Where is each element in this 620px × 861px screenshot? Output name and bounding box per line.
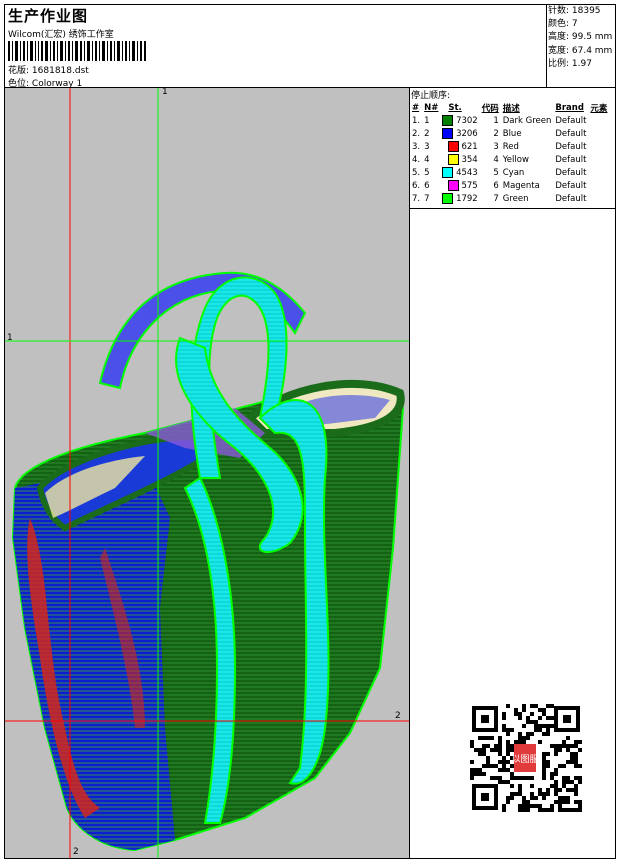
color-swatch bbox=[447, 154, 459, 165]
table-row: 5. 5 4543 5 Cyan Default bbox=[410, 166, 609, 179]
design-file-value: 1681818.dst bbox=[31, 66, 89, 76]
row-desc: Red bbox=[502, 141, 519, 152]
row-index: 4. bbox=[412, 154, 421, 165]
row-brand: Default bbox=[555, 141, 587, 152]
row-code: 2 bbox=[493, 128, 499, 139]
row-desc: Yellow bbox=[502, 154, 529, 165]
table-row: 6. 6 575 6 Magenta Default bbox=[410, 179, 609, 192]
row-stitches: 575 bbox=[440, 179, 479, 192]
table-header-row: # N# St. 代码 描述 Brand 元素 bbox=[410, 101, 609, 114]
table-row: 4. 4 354 4 Yellow Default bbox=[410, 153, 609, 166]
row-code: 3 bbox=[493, 141, 499, 152]
table-row: 7. 7 1792 7 Green Default bbox=[410, 192, 609, 205]
row-element bbox=[588, 153, 609, 166]
design-stats: 针数: 18395 颜色: 7 高度: 99.5 mm 宽度: 67.4 mm … bbox=[548, 5, 614, 71]
row-brand: Default bbox=[555, 115, 587, 126]
page-title: 生产作业图 bbox=[8, 7, 89, 25]
design-file-line: 花版: 1681818.dst bbox=[8, 63, 89, 76]
header: 生产作业图 Wilcom(汇宏) 绣饰工作室 花版: 1681818.dst 色… bbox=[5, 5, 545, 89]
row-desc: Dark Green bbox=[502, 115, 552, 126]
color-swatch bbox=[447, 180, 459, 191]
table-row: 3. 3 621 3 Red Default bbox=[410, 140, 609, 153]
row-brand: Default bbox=[555, 154, 587, 165]
qr-stamp-text: 以图服 bbox=[511, 754, 538, 765]
row-code: 4 bbox=[493, 154, 499, 165]
row-stitches: 3206 bbox=[440, 127, 479, 140]
row-n: 3 bbox=[424, 141, 430, 152]
row-index: 2. bbox=[412, 128, 421, 139]
row-element bbox=[588, 127, 609, 140]
row-desc: Cyan bbox=[502, 167, 525, 178]
col-n: N# bbox=[424, 102, 439, 113]
row-code: 1 bbox=[493, 115, 499, 126]
row-code: 6 bbox=[493, 180, 499, 191]
embroidery-preview bbox=[5, 88, 409, 858]
row-element bbox=[588, 114, 609, 127]
company-name: Wilcom(汇宏) 绣饰工作室 bbox=[8, 30, 114, 40]
design-height: 高度: 99.5 mm bbox=[548, 32, 613, 43]
color-swatch bbox=[442, 115, 454, 126]
col-index: # bbox=[412, 102, 420, 113]
row-index: 5. bbox=[412, 167, 421, 178]
design-canvas: 1 1 2 2 bbox=[5, 88, 409, 858]
table-row: 1. 1 7302 1 Dark Green Default bbox=[410, 114, 609, 127]
row-brand: Default bbox=[555, 180, 587, 191]
qr-code: 以图服 bbox=[470, 704, 582, 812]
row-code: 7 bbox=[493, 193, 499, 204]
row-index: 1. bbox=[412, 115, 421, 126]
col-desc: 描述 bbox=[502, 103, 520, 114]
row-n: 2 bbox=[424, 128, 430, 139]
color-count: 颜色: 7 bbox=[548, 19, 578, 30]
row-index: 6. bbox=[412, 180, 421, 191]
barcode bbox=[8, 41, 146, 61]
col-code: 代码 bbox=[481, 103, 499, 114]
row-brand: Default bbox=[555, 128, 587, 139]
row-n: 7 bbox=[424, 193, 430, 204]
row-desc: Blue bbox=[502, 128, 522, 139]
stop-sequence-title: 停止顺序: bbox=[411, 91, 451, 101]
table-row: 2. 2 3206 2 Blue Default bbox=[410, 127, 609, 140]
row-stitches: 7302 bbox=[440, 114, 479, 127]
row-stitches: 1792 bbox=[440, 192, 479, 205]
guide-v2-label: 2 bbox=[73, 847, 79, 857]
color-swatch bbox=[442, 167, 454, 178]
front-panel bbox=[13, 463, 175, 850]
col-st: St. bbox=[448, 102, 462, 113]
color-swatch bbox=[447, 141, 459, 152]
row-element bbox=[588, 140, 609, 153]
row-element bbox=[588, 166, 609, 179]
row-n: 1 bbox=[424, 115, 430, 126]
color-swatch bbox=[442, 193, 454, 204]
row-brand: Default bbox=[555, 193, 587, 204]
design-width: 宽度: 67.4 mm bbox=[548, 45, 613, 56]
stats-divider bbox=[546, 4, 547, 88]
row-stitches: 4543 bbox=[440, 166, 479, 179]
guide-h1-label: 1 bbox=[7, 333, 13, 343]
row-brand: Default bbox=[555, 167, 587, 178]
row-element bbox=[588, 179, 609, 192]
design-file-label: 花版: bbox=[8, 66, 30, 76]
row-desc: Green bbox=[502, 193, 529, 204]
row-index: 7. bbox=[412, 193, 421, 204]
row-desc: Magenta bbox=[502, 180, 540, 191]
stitch-count: 针数: 18395 bbox=[548, 6, 601, 16]
col-element: 元素 bbox=[590, 103, 608, 114]
row-n: 5 bbox=[424, 167, 430, 178]
row-n: 4 bbox=[424, 154, 430, 165]
row-element bbox=[588, 192, 609, 205]
color-swatch bbox=[442, 128, 454, 139]
guide-v1-label: 1 bbox=[162, 88, 168, 97]
row-code: 5 bbox=[493, 167, 499, 178]
row-stitches: 621 bbox=[440, 140, 479, 153]
col-brand: Brand bbox=[555, 102, 584, 113]
row-stitches: 354 bbox=[440, 153, 479, 166]
stop-sequence-table: # N# St. 代码 描述 Brand 元素 1. 1 7302 1 Dark Gr… bbox=[410, 101, 609, 205]
design-scale: 比例: 1.97 bbox=[548, 58, 592, 69]
row-index: 3. bbox=[412, 141, 421, 152]
guide-h2-label: 2 bbox=[395, 711, 401, 721]
row-n: 6 bbox=[424, 180, 430, 191]
